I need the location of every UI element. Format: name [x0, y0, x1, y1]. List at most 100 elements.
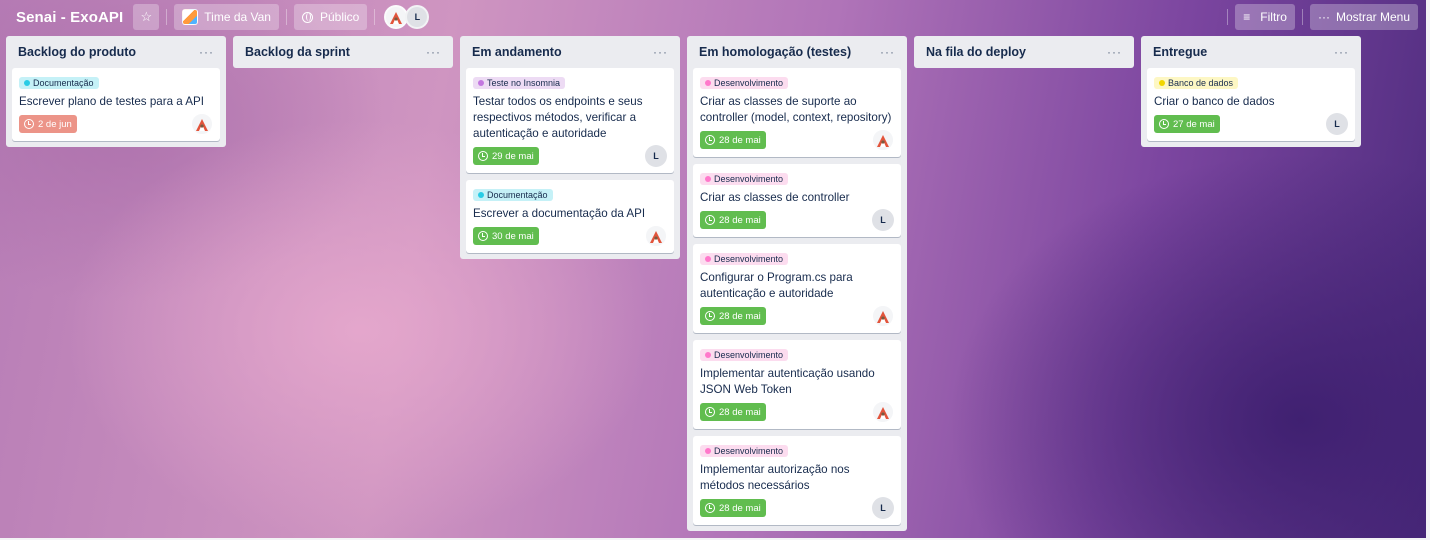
card-member-avatar[interactable] — [645, 225, 667, 247]
list-menu-icon[interactable]: ··· — [1107, 45, 1122, 59]
card-label[interactable]: Desenvolvimento — [700, 173, 789, 185]
card-label-text: Documentação — [33, 78, 94, 88]
card[interactable]: Teste no Insomnia Testar todos os endpoin… — [466, 68, 674, 173]
list-menu-icon[interactable]: ··· — [1334, 45, 1349, 59]
list-title[interactable]: Backlog do produto — [18, 45, 136, 59]
card[interactable]: Desenvolvimento Criar as classes de supor… — [693, 68, 901, 157]
filter-button[interactable]: ≡ Filtro — [1235, 4, 1295, 30]
label-dot-icon — [705, 448, 711, 454]
list[interactable]: Em andamento ··· Teste no Insomnia Testar t… — [460, 36, 680, 259]
avatar-image-icon — [386, 7, 407, 27]
due-date-badge[interactable]: 29 de mai — [473, 147, 539, 165]
list-title[interactable]: Entregue — [1153, 45, 1207, 59]
due-date-badge[interactable]: 28 de mai — [700, 307, 766, 325]
label-dot-icon — [705, 256, 711, 262]
card[interactable]: Documentação Escrever plano de testes par… — [12, 68, 220, 141]
card-label-text: Desenvolvimento — [714, 78, 784, 88]
card-badges: 28 de mai — [700, 305, 894, 327]
team-logo-icon — [182, 9, 199, 25]
clock-icon — [478, 231, 488, 241]
card-label-text: Desenvolvimento — [714, 446, 784, 456]
list-header[interactable]: Na fila do deploy ··· — [920, 36, 1128, 68]
card-member-avatar[interactable] — [872, 305, 894, 327]
card-label[interactable]: Teste no Insomnia — [473, 77, 566, 89]
card-label[interactable]: Desenvolvimento — [700, 253, 789, 265]
list-title[interactable]: Em homologação (testes) — [699, 45, 851, 59]
card-title: Criar as classes de controller — [700, 191, 850, 204]
list-menu-icon[interactable]: ··· — [426, 45, 441, 59]
due-date-badge[interactable]: 28 de mai — [700, 499, 766, 517]
list-header[interactable]: Backlog da sprint ··· — [239, 36, 447, 68]
card-label[interactable]: Desenvolvimento — [700, 349, 789, 361]
list-menu-icon[interactable]: ··· — [880, 45, 895, 59]
card-badges: 30 de mai — [473, 225, 667, 247]
card-member-avatar[interactable] — [872, 401, 894, 423]
card-member-avatar[interactable]: L — [872, 209, 894, 231]
list-title[interactable]: Backlog da sprint — [245, 45, 350, 59]
card-member-avatar[interactable]: L — [645, 145, 667, 167]
clock-icon — [705, 215, 715, 225]
list-menu-icon[interactable]: ··· — [653, 45, 668, 59]
team-name: Time da Van — [204, 10, 271, 24]
list-title[interactable]: Em andamento — [472, 45, 562, 59]
card[interactable]: Desenvolvimento Configurar o Program.cs p… — [693, 244, 901, 333]
star-icon: ☆ — [140, 9, 153, 24]
card-label[interactable]: Desenvolvimento — [700, 77, 789, 89]
card-member-avatar[interactable] — [872, 129, 894, 151]
star-board-button[interactable]: ☆ — [133, 4, 160, 30]
card-label[interactable]: Documentação — [473, 189, 553, 201]
label-dot-icon — [705, 176, 711, 182]
card-label-text: Desenvolvimento — [714, 254, 784, 264]
card-label[interactable]: Desenvolvimento — [700, 445, 789, 457]
list[interactable]: Backlog do produto ··· Documentação Escreve… — [6, 36, 226, 147]
list-header[interactable]: Entregue ··· — [1147, 36, 1355, 68]
label-dot-icon — [24, 80, 30, 86]
card[interactable]: Desenvolvimento Implementar autorização n… — [693, 436, 901, 525]
card[interactable]: Desenvolvimento Criar as classes de contr… — [693, 164, 901, 237]
more-icon: ··· — [1317, 10, 1330, 24]
due-date-text: 28 de mai — [719, 406, 761, 418]
card-label[interactable]: Documentação — [19, 77, 99, 89]
list-header[interactable]: Em homologação (testes) ··· — [693, 36, 901, 68]
header-divider — [374, 9, 376, 25]
member-avatar[interactable]: L — [405, 5, 430, 29]
card-member-avatar[interactable] — [191, 113, 213, 135]
due-date-text: 28 de mai — [719, 134, 761, 146]
card-badges: 28 de mai L — [700, 209, 894, 231]
card[interactable]: Desenvolvimento Implementar autenticação … — [693, 340, 901, 429]
clock-icon — [1159, 119, 1169, 129]
card[interactable]: Documentação Escrever a documentação da A… — [466, 180, 674, 253]
due-date-badge[interactable]: 28 de mai — [700, 403, 766, 421]
list-title[interactable]: Na fila do deploy — [926, 45, 1026, 59]
card-member-avatar[interactable]: L — [872, 497, 894, 519]
card-member-avatar[interactable]: L — [1326, 113, 1348, 135]
list-header[interactable]: Em andamento ··· — [466, 36, 674, 68]
show-menu-label: Mostrar Menu — [1335, 10, 1410, 24]
card-label[interactable]: Banco de dados — [1154, 77, 1239, 89]
due-date-badge[interactable]: 27 de mai — [1154, 115, 1220, 133]
board-title[interactable]: Senai - ExoAPI — [16, 9, 123, 26]
clock-icon — [478, 151, 488, 161]
card[interactable]: Banco de dados Criar o banco de dados 27 d… — [1147, 68, 1355, 141]
due-date-badge[interactable]: 28 de mai — [700, 211, 766, 229]
due-date-badge[interactable]: 30 de mai — [473, 227, 539, 245]
card-title: Escrever plano de testes para a API — [19, 95, 204, 108]
board-header: Senai - ExoAPI ☆ Time da Van Público L ≡… — [0, 0, 1426, 34]
due-date-badge[interactable]: 28 de mai — [700, 131, 766, 149]
list[interactable]: Em homologação (testes) ··· Desenvolviment… — [687, 36, 907, 531]
list[interactable]: Na fila do deploy ··· — [914, 36, 1134, 68]
list-menu-icon[interactable]: ··· — [199, 45, 214, 59]
list[interactable]: Entregue ··· Banco de dados Criar o banco d… — [1141, 36, 1361, 147]
show-menu-button[interactable]: ··· Mostrar Menu — [1309, 4, 1418, 30]
list[interactable]: Backlog da sprint ··· — [233, 36, 453, 68]
filter-label: Filtro — [1260, 10, 1287, 24]
visibility-button[interactable]: Público — [293, 4, 368, 30]
card-label-text: Desenvolvimento — [714, 350, 784, 360]
card-title: Implementar autorização nos métodos nece… — [700, 463, 850, 492]
board-members: L — [384, 5, 430, 29]
list-header[interactable]: Backlog do produto ··· — [12, 36, 220, 68]
team-button[interactable]: Time da Van — [174, 4, 279, 30]
card-title: Testar todos os endpoints e seus respect… — [473, 95, 643, 140]
due-date-text: 28 de mai — [719, 502, 761, 514]
due-date-badge[interactable]: 2 de jun — [19, 115, 77, 133]
